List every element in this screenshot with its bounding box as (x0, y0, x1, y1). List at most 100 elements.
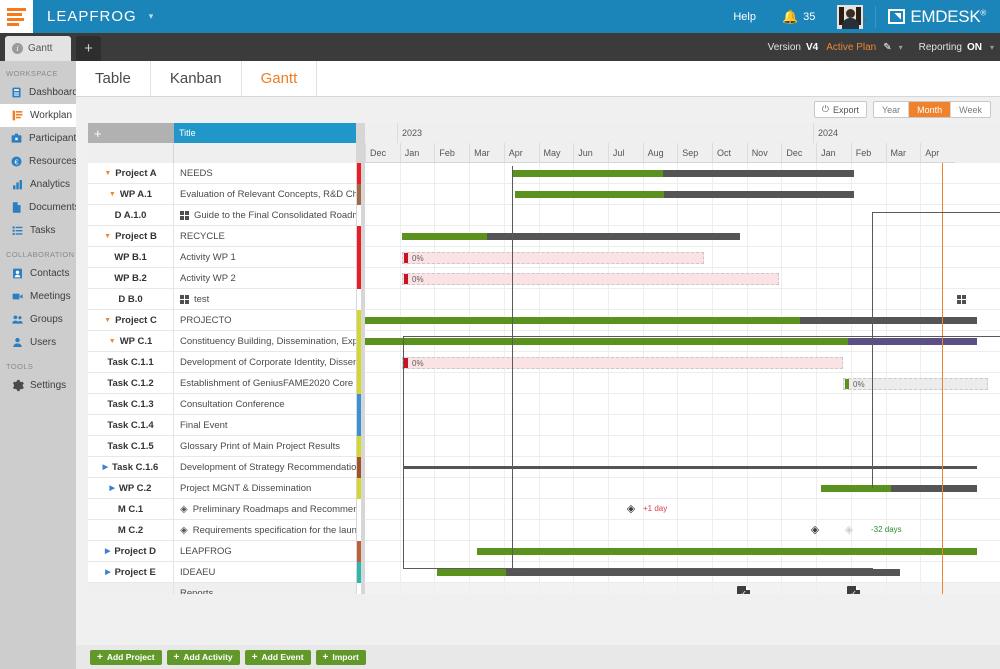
deliverable-marker-icon[interactable] (957, 295, 966, 304)
collapse-caret-icon[interactable]: ▶ (105, 568, 110, 576)
tab-kanban[interactable]: Kanban (151, 61, 242, 96)
table-row[interactable]: ▼WP A.1Evaluation of Relevant Concepts, … (88, 184, 1000, 205)
table-row[interactable]: ▼Project CPROJECTO (88, 310, 1000, 331)
row-title-cell[interactable]: PROJECTO (174, 310, 364, 331)
add-activity-button[interactable]: +Add Activity (167, 650, 240, 665)
import-button[interactable]: +Import (316, 650, 366, 665)
milestone-baseline-marker[interactable]: ◈ (843, 524, 855, 536)
row-id-cell[interactable]: M C.1 (88, 499, 174, 520)
row-title-cell[interactable]: Consultation Conference (174, 394, 364, 415)
gantt-planned-bar[interactable]: 0% (843, 378, 988, 390)
gantt-bar[interactable] (365, 338, 977, 345)
expand-caret-icon[interactable]: ▼ (104, 317, 111, 324)
table-row[interactable]: Task C.1.5Glossary Print of Main Project… (88, 436, 1000, 457)
row-title-cell[interactable]: Development of Strategy Recommendations (174, 457, 364, 478)
sidebar-item-meetings[interactable]: Meetings (0, 285, 76, 308)
collapse-caret-icon[interactable]: ▶ (103, 463, 108, 471)
row-id-cell[interactable]: ▶WP C.2 (88, 478, 174, 499)
gantt-planned-bar[interactable]: 0% (402, 357, 843, 369)
row-timeline-cell[interactable]: 0% (364, 247, 1000, 268)
sidebar-item-settings[interactable]: Settings (0, 374, 76, 397)
title-column-header[interactable]: Title (174, 123, 364, 143)
table-row[interactable]: Task C.1.1Development of Corporate Ident… (88, 352, 1000, 373)
row-id-cell[interactable]: ▶Task C.1.6 (88, 457, 174, 478)
add-tab-button[interactable]: + (76, 36, 101, 61)
user-menu[interactable]: ▾ (837, 5, 867, 29)
sidebar-item-documents[interactable]: Documents (0, 196, 76, 219)
row-id-cell[interactable]: WP B.1 (88, 247, 174, 268)
row-timeline-cell[interactable] (364, 478, 1000, 499)
row-timeline-cell[interactable]: ◈+1 day (364, 499, 1000, 520)
row-title-cell[interactable]: Glossary Print of Main Project Results (174, 436, 364, 457)
active-plan-label[interactable]: Active Plan (826, 42, 876, 53)
row-title-cell[interactable]: IDEAEU (174, 562, 364, 583)
row-title-cell[interactable]: Final Event (174, 415, 364, 436)
row-title-cell[interactable]: Activity WP 2 (174, 268, 364, 289)
table-row[interactable]: D A.1.0Guide to the Final Consolidated R… (88, 205, 1000, 226)
reporting-dropdown-caret-icon[interactable]: ▾ (990, 43, 994, 52)
row-timeline-cell[interactable] (364, 415, 1000, 436)
row-id-cell[interactable]: ▼WP A.1 (88, 184, 174, 205)
edit-pencil-icon[interactable]: ✎ (883, 42, 891, 53)
table-row[interactable]: Task C.1.3Consultation Conference (88, 394, 1000, 415)
table-row[interactable]: ▼Project ANEEDS (88, 163, 1000, 184)
tab-gantt[interactable]: Gantt (242, 61, 318, 96)
row-id-cell[interactable]: D A.1.0 (88, 205, 174, 226)
table-row[interactable]: ▶Task C.1.6Development of Strategy Recom… (88, 457, 1000, 478)
brand-dropdown-caret-icon[interactable]: ▾ (149, 11, 154, 22)
row-id-cell[interactable]: ▼Project B (88, 226, 174, 247)
row-id-cell[interactable]: ▶Project D (88, 541, 174, 562)
row-id-cell[interactable]: ▼Project C (88, 310, 174, 331)
gantt-bar[interactable] (365, 317, 977, 324)
row-timeline-cell[interactable] (364, 457, 1000, 478)
table-row[interactable]: ▶WP C.2Project MGNT & Dissemination (88, 478, 1000, 499)
milestone-marker[interactable]: ◈ (809, 524, 821, 536)
sidebar-item-users[interactable]: Users (0, 331, 76, 354)
gantt-planned-bar[interactable]: 0% (402, 273, 779, 285)
milestone-marker[interactable]: ◈ (625, 503, 637, 515)
collapse-caret-icon[interactable]: ▶ (105, 547, 110, 555)
row-id-cell[interactable]: Task C.1.4 (88, 415, 174, 436)
gantt-bar[interactable] (821, 485, 977, 492)
row-title-cell[interactable]: ◈Preliminary Roadmaps and Recommendatio.… (174, 499, 364, 520)
row-title-cell[interactable]: test (174, 289, 364, 310)
table-row[interactable]: ▶Project DLEAPFROG (88, 541, 1000, 562)
gantt-bar[interactable] (515, 191, 854, 198)
row-timeline-cell[interactable]: 0% (364, 268, 1000, 289)
row-title-cell[interactable]: NEEDS (174, 163, 364, 184)
sidebar-item-tasks[interactable]: Tasks (0, 219, 76, 242)
row-title-cell[interactable]: Establishment of GeniusFAME2020 Core Gro… (174, 373, 364, 394)
gantt-summary-line[interactable] (404, 466, 977, 469)
sidebar-item-resources[interactable]: €Resources (0, 150, 76, 173)
row-id-cell[interactable]: M C.2 (88, 520, 174, 541)
table-row[interactable]: Task C.1.2Establishment of GeniusFAME202… (88, 373, 1000, 394)
row-title-cell[interactable]: Development of Corporate Identity, Disse… (174, 352, 364, 373)
row-timeline-cell[interactable] (364, 562, 1000, 583)
zoom-option-month[interactable]: Month (909, 102, 951, 117)
app-logo[interactable] (0, 0, 33, 33)
row-id-cell[interactable]: ▶Project E (88, 562, 174, 583)
sidebar-item-workplan[interactable]: Workplan (0, 104, 76, 127)
row-id-cell[interactable]: Task C.1.2 (88, 373, 174, 394)
row-timeline-cell[interactable] (364, 184, 1000, 205)
gantt-bar[interactable] (437, 569, 900, 576)
sidebar-item-dashboard[interactable]: Dashboard (0, 81, 76, 104)
row-title-cell[interactable]: Evaluation of Relevant Concepts, R&D Cha… (174, 184, 364, 205)
row-id-cell[interactable]: Task C.1.1 (88, 352, 174, 373)
row-id-cell[interactable]: ▼Project A (88, 163, 174, 184)
row-title-cell[interactable]: Constituency Building, Dissemination, Ex… (174, 331, 364, 352)
table-row[interactable]: ▼WP C.1Constituency Building, Disseminat… (88, 331, 1000, 352)
table-row[interactable]: WP B.1Activity WP 10% (88, 247, 1000, 268)
row-timeline-cell[interactable]: 0% (364, 352, 1000, 373)
zoom-option-week[interactable]: Week (951, 102, 990, 117)
add-project-button[interactable]: +Add Project (90, 650, 162, 665)
tab-gantt-workspace[interactable]: i Gantt (5, 36, 71, 61)
row-title-cell[interactable]: ◈Requirements specification for the laun… (174, 520, 364, 541)
row-timeline-cell[interactable] (364, 205, 1000, 226)
row-timeline-cell[interactable] (364, 394, 1000, 415)
sidebar-item-groups[interactable]: Groups (0, 308, 76, 331)
plan-dropdown-caret-icon[interactable]: ▾ (899, 43, 903, 52)
row-timeline-cell[interactable] (364, 331, 1000, 352)
expand-caret-icon[interactable]: ▼ (104, 233, 111, 240)
row-timeline-cell[interactable] (364, 289, 1000, 310)
